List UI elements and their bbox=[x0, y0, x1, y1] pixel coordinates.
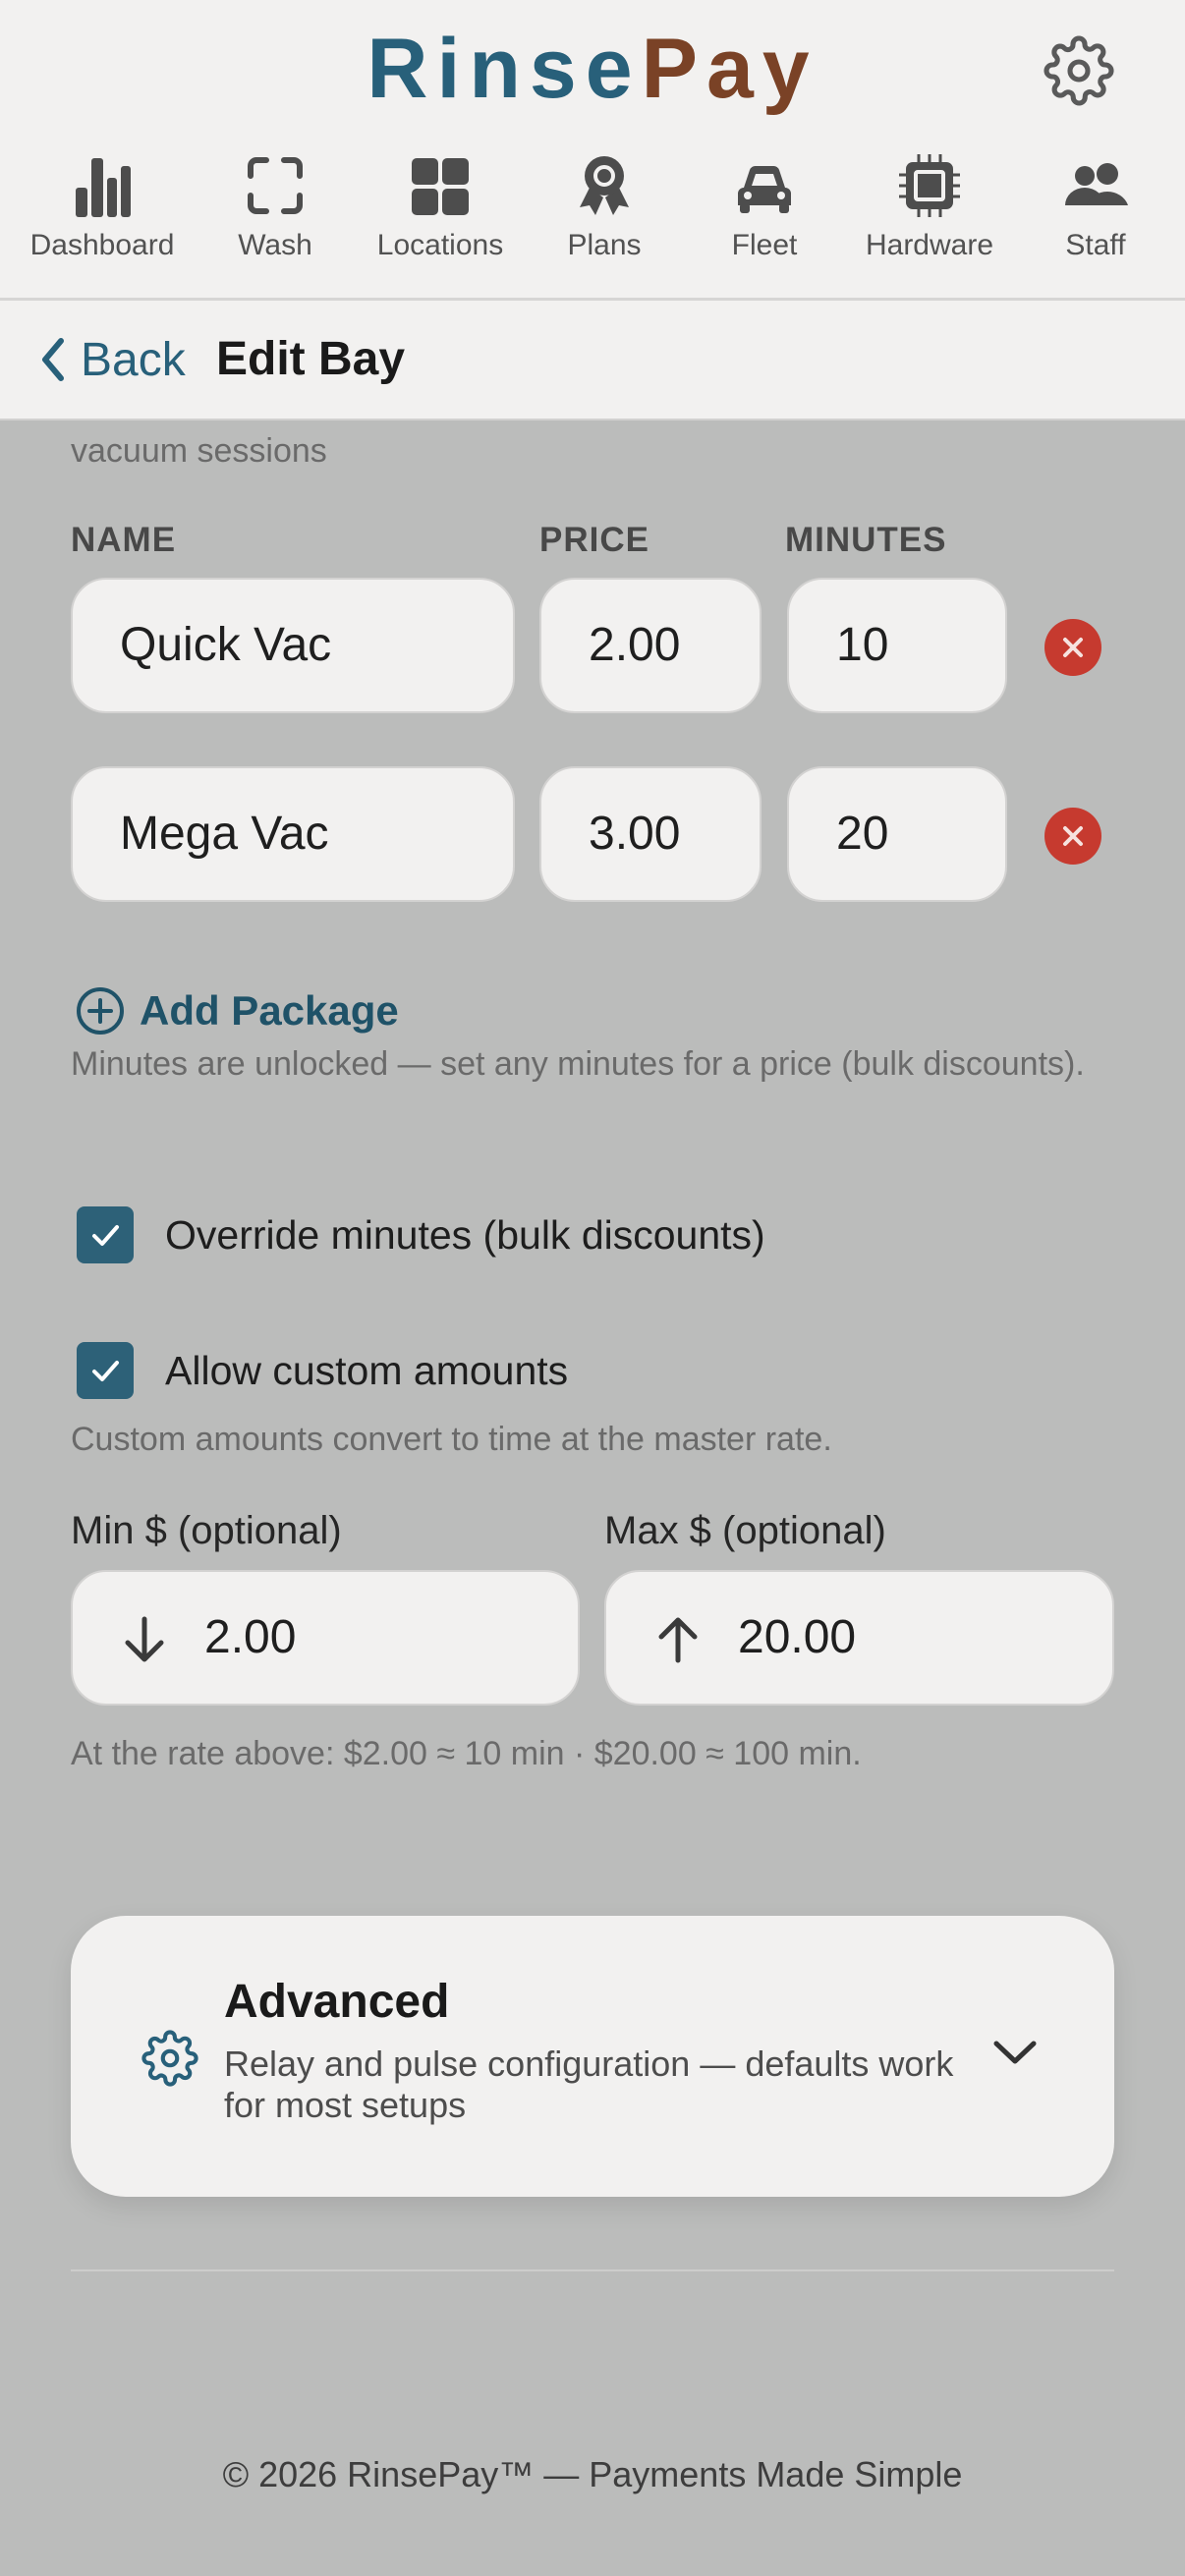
column-header-minutes: MINUTES bbox=[785, 521, 947, 559]
footer-text: © 2026 RinsePay™ — Payments Made Simple bbox=[222, 2454, 963, 2494]
chip-icon bbox=[899, 154, 960, 217]
users-icon bbox=[1065, 163, 1128, 205]
nav-dashboard[interactable]: Dashboard bbox=[14, 152, 191, 262]
brand-logo: RinsePay bbox=[0, 18, 1185, 120]
override-minutes-checkbox[interactable] bbox=[77, 1206, 134, 1263]
car-icon bbox=[738, 165, 791, 213]
nav-staff[interactable]: Staff bbox=[1007, 152, 1184, 262]
package-name-input[interactable]: Mega Vac bbox=[71, 766, 515, 902]
checkmark-icon bbox=[92, 1361, 119, 1381]
add-package-button[interactable]: Add Package bbox=[75, 984, 399, 1037]
nav-wash-label: Wash bbox=[238, 229, 312, 261]
award-ribbon-icon bbox=[580, 156, 629, 215]
app-header: RinsePay Dashboard Wash Locations Plans … bbox=[0, 0, 1185, 301]
override-minutes-label: Override minutes (bulk discounts) bbox=[165, 1212, 765, 1258]
page-toolbar: Back Edit Bay bbox=[0, 301, 1185, 420]
back-button[interactable]: Back bbox=[37, 330, 186, 389]
nav-locations-label: Locations bbox=[376, 229, 504, 261]
min-amount-label: Min $ (optional) bbox=[71, 1509, 342, 1552]
nav-plans-label: Plans bbox=[567, 229, 642, 261]
nav-dashboard-label: Dashboard bbox=[29, 229, 175, 261]
column-header-price: PRICE bbox=[539, 521, 649, 559]
nav-fleet-label: Fleet bbox=[731, 229, 798, 261]
remove-package-button[interactable] bbox=[1044, 619, 1101, 676]
back-label: Back bbox=[81, 333, 186, 386]
package-price-input[interactable]: 2.00 bbox=[539, 578, 762, 713]
allow-custom-amounts-label: Allow custom amounts bbox=[165, 1348, 569, 1393]
package-minutes-input[interactable]: 20 bbox=[787, 766, 1007, 902]
min-amount-value: 2.00 bbox=[204, 1611, 297, 1663]
close-icon bbox=[1063, 826, 1083, 846]
nav-fleet[interactable]: Fleet bbox=[676, 152, 853, 262]
nav-plans[interactable]: Plans bbox=[516, 152, 693, 262]
min-amount-input[interactable]: 2.00 bbox=[71, 1570, 580, 1706]
arrow-up-icon bbox=[658, 1617, 698, 1663]
max-amount-input[interactable]: 20.00 bbox=[604, 1570, 1114, 1706]
package-minutes-input[interactable]: 10 bbox=[787, 578, 1007, 713]
checkmark-icon bbox=[92, 1225, 119, 1246]
rate-conversion-note: At the rate above: $2.00 ≈ 10 min · $20.… bbox=[71, 1735, 862, 1772]
chevron-down-icon bbox=[993, 2041, 1037, 2064]
nav-locations[interactable]: Locations bbox=[352, 152, 529, 262]
footer-divider bbox=[71, 2269, 1114, 2271]
intro-text: vacuum sessions bbox=[71, 432, 327, 470]
add-package-label: Add Package bbox=[140, 987, 399, 1034]
nav-staff-label: Staff bbox=[1065, 229, 1126, 261]
max-amount-value: 20.00 bbox=[738, 1611, 857, 1663]
custom-amounts-help: Custom amounts convert to time at the ma… bbox=[71, 1421, 832, 1458]
page-title: Edit Bay bbox=[216, 333, 406, 385]
brand-name-part1: Rinse bbox=[367, 22, 642, 116]
advanced-title: Advanced bbox=[224, 1976, 450, 2028]
nav-hardware[interactable]: Hardware bbox=[841, 152, 1018, 262]
advanced-subtitle: Relay and pulse configuration — defaults… bbox=[224, 2044, 954, 2125]
settings-gear-icon[interactable] bbox=[1044, 35, 1114, 106]
edit-bay-form: vacuum sessions NAME PRICE MINUTES Quick… bbox=[0, 420, 1185, 2576]
package-name-input[interactable]: Quick Vac bbox=[71, 578, 515, 713]
scan-frame-icon bbox=[248, 157, 303, 214]
main-nav: Dashboard Wash Locations Plans Fleet Har… bbox=[0, 152, 1185, 270]
chevron-left-icon bbox=[42, 338, 64, 381]
allow-custom-amounts-checkbox[interactable] bbox=[77, 1342, 134, 1399]
nav-wash[interactable]: Wash bbox=[187, 152, 364, 262]
nav-hardware-label: Hardware bbox=[865, 229, 994, 261]
close-icon bbox=[1063, 638, 1083, 657]
arrow-down-icon bbox=[125, 1616, 164, 1662]
bar-chart-icon bbox=[76, 158, 131, 217]
plus-circle-icon bbox=[77, 987, 124, 1035]
advanced-section-toggle[interactable]: Advanced Relay and pulse configuration —… bbox=[71, 1916, 1114, 2197]
grid-icon bbox=[412, 158, 469, 215]
remove-package-button[interactable] bbox=[1044, 808, 1101, 865]
max-amount-label: Max $ (optional) bbox=[604, 1509, 886, 1552]
package-price-input[interactable]: 3.00 bbox=[539, 766, 762, 902]
brand-name-part2: Pay bbox=[641, 22, 818, 116]
minutes-help-text: Minutes are unlocked — set any minutes f… bbox=[71, 1045, 1085, 1083]
gear-icon bbox=[141, 2030, 198, 2087]
column-header-name: NAME bbox=[71, 521, 177, 559]
